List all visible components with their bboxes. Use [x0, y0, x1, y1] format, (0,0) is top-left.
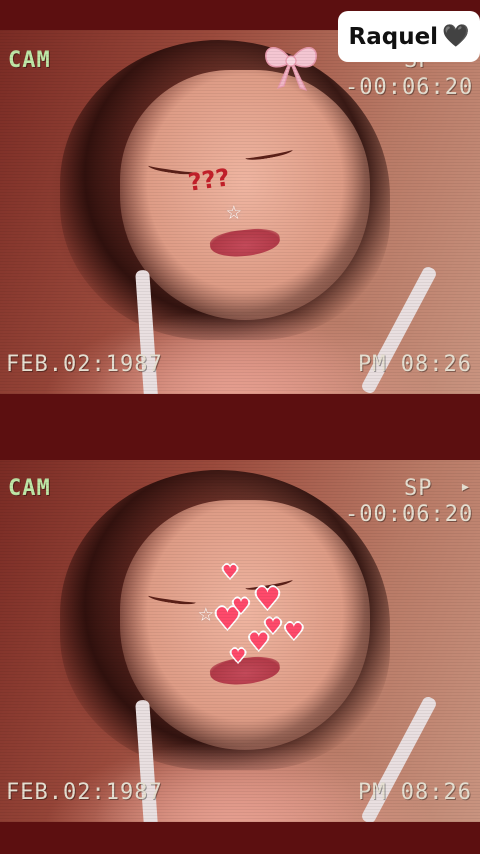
- cam-label: CAM: [8, 48, 51, 73]
- photo-frame-top: CAM SP -00:06:20 FEB.02:1987 PM 08:26 ??…: [0, 30, 480, 394]
- pink-bow-icon: [265, 47, 317, 92]
- play-icon: ▸: [460, 476, 472, 497]
- star-icon: ☆: [226, 196, 242, 226]
- heart-icon: ♥: [230, 646, 247, 667]
- heart-icon: ♥: [248, 628, 270, 656]
- heart-icon: ♥: [284, 620, 304, 645]
- black-heart-icon: 🖤: [442, 24, 470, 49]
- timecode: -00:06:20: [345, 75, 474, 100]
- time-stamp: PM 08:26: [358, 352, 472, 377]
- photo-frame-bottom: CAM SP ▸ -00:06:20 FEB.02:1987 PM 08:26 …: [0, 460, 480, 822]
- name-tag: Raquel 🖤: [338, 11, 480, 62]
- cam-label: CAM: [8, 476, 51, 501]
- date-stamp: FEB.02:1987: [6, 352, 163, 377]
- question-marks-sticker: ???: [186, 163, 232, 197]
- time-stamp: PM 08:26: [358, 780, 472, 805]
- timecode: -00:06:20: [345, 502, 474, 527]
- heart-icon: ♥: [254, 582, 281, 617]
- heart-icon: ♥: [222, 562, 239, 583]
- heart-icon: ♥: [232, 594, 250, 618]
- sp-label: SP: [404, 476, 433, 501]
- star-icon: ☆: [198, 598, 214, 628]
- date-stamp: FEB.02:1987: [6, 780, 163, 805]
- name-text: Raquel: [348, 23, 439, 50]
